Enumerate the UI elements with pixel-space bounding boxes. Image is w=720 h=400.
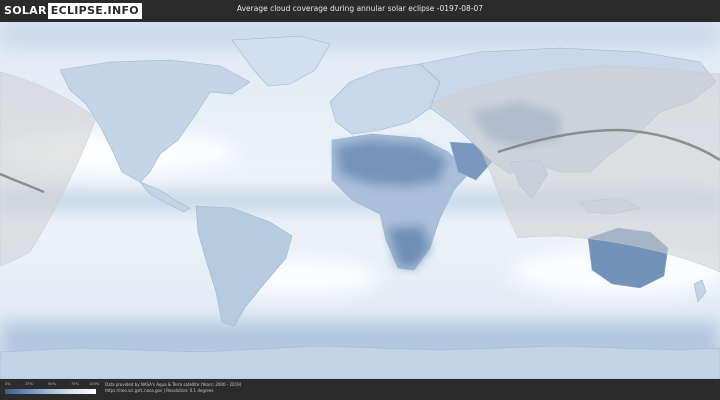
cloud-coverage-legend-bar [5,389,96,394]
legend-tick-75: 75% [71,382,79,386]
eclipse-map-frame: SOLAR ECLIPSE.INFO Average cloud coverag… [0,0,720,400]
world-cloud-map [0,22,720,380]
map-title: Average cloud coverage during annular so… [236,4,484,13]
legend-tick-labels: 0% 25% 50% 75% 100% [5,382,100,388]
header-bar: SOLAR ECLIPSE.INFO Average cloud coverag… [0,0,720,22]
antarctica [0,345,720,380]
data-credits: Data provided by NASA's Aqua & Terra sat… [105,382,241,394]
legend-tick-25: 25% [25,382,33,386]
credit-line-url[interactable]: https://neo.sci.gsfc.nasa.gov | Resoluti… [105,388,241,394]
legend-tick-100: 100% [89,382,100,386]
legend-tick-0: 0% [5,382,11,386]
footer-bar: 0% 25% 50% 75% 100% Data provided by NAS… [0,379,720,400]
legend-tick-50: 50% [48,382,56,386]
cloud-coverage-map-svg [0,22,720,380]
